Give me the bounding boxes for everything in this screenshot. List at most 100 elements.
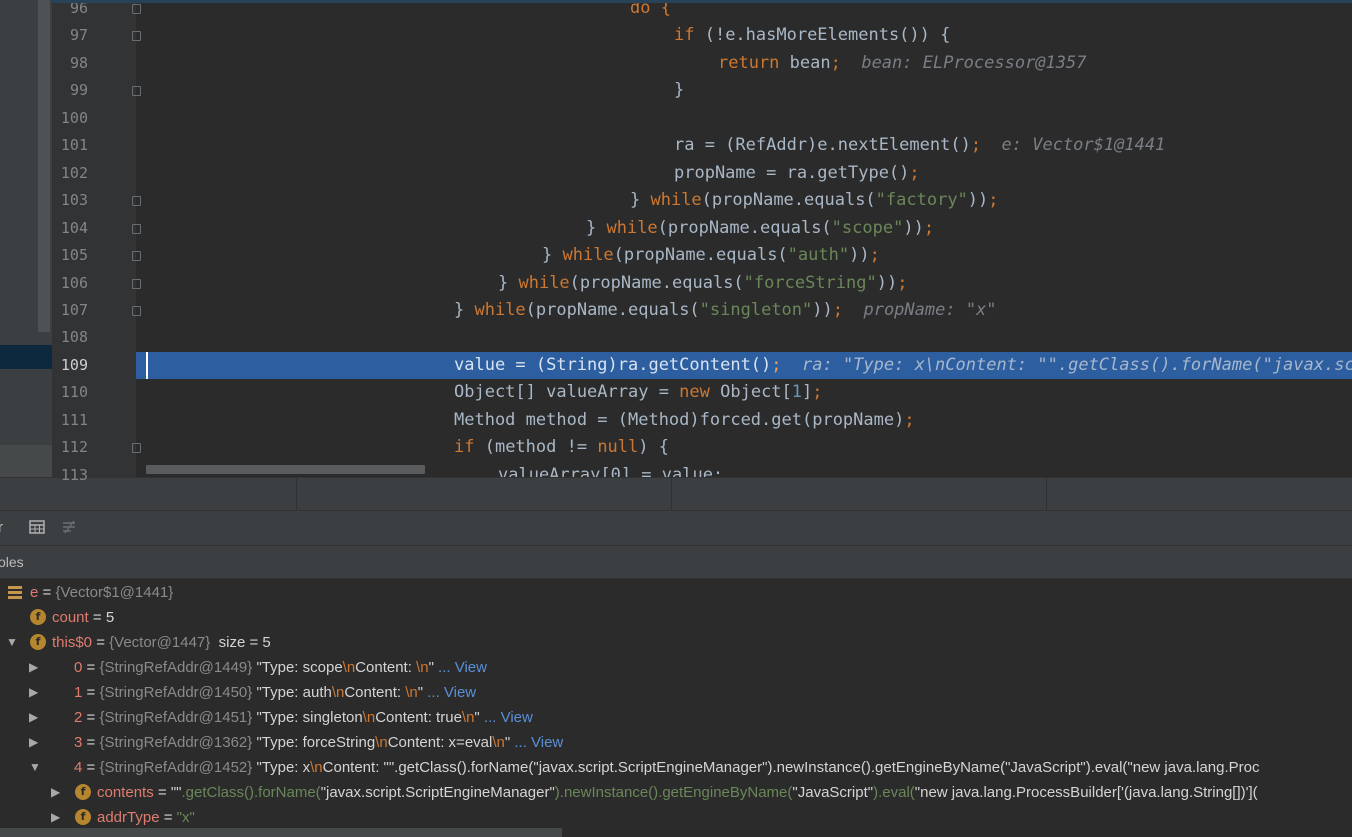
variable-row[interactable]: ▶ 0 = {StringRefAddr@1449} "Type: scope\n… [0,655,1352,680]
view-link[interactable]: ... View [480,709,533,726]
fold-marker-icon[interactable] [132,86,141,97]
expand-arrow-icon[interactable]: ▶ [29,730,38,755]
fold-marker-icon[interactable] [132,31,141,42]
code-token: )) [812,299,833,320]
field-icon: f [30,609,46,625]
fold-marker-icon[interactable] [132,251,141,262]
variable-row[interactable]: ▶ 1 = {StringRefAddr@1450} "Type: auth\nC… [0,680,1352,705]
project-panel-scrollbar[interactable] [38,0,50,332]
variable-row[interactable]: ▶ 2 = {StringRefAddr@1451} "Type: singlet… [0,705,1352,730]
code-line[interactable]: } while(propName.equals("scope")); [136,215,1352,242]
expand-arrow-icon[interactable]: ▶ [51,780,60,805]
code-token: while [474,299,526,320]
table-view-icon[interactable] [29,519,45,535]
toolbar-cut-label: r [0,519,3,536]
line-number[interactable]: 97 [52,22,88,49]
variable-row[interactable]: ▶ 3 = {StringRefAddr@1362} "Type: forceSt… [0,730,1352,755]
code-token: (propName.equals( [569,272,744,293]
line-number[interactable]: 96 [52,0,88,22]
line-number[interactable]: 100 [52,105,88,132]
current-execution-line[interactable]: value = (String)ra.getContent(); ra: "Ty… [136,351,1352,379]
text-caret [146,351,148,379]
code-token: ; [909,162,920,183]
variable-value: "Type: singleton [252,709,363,726]
line-number[interactable]: 106 [52,270,88,297]
collapse-arrow-icon[interactable]: ▼ [6,630,18,655]
view-link[interactable]: ... View [434,659,487,676]
expand-arrow-icon[interactable]: ▶ [29,655,38,680]
line-number[interactable]: 103 [52,187,88,214]
code-token: } [454,299,475,320]
line-number[interactable]: 109 [52,352,88,379]
code-token: (propName.equals( [701,190,876,211]
variable-row[interactable]: ▶ f addrType = "x" [0,805,1352,830]
code-token: ] [802,382,813,403]
variable-text: addrType = "x" [97,805,195,830]
project-panel-selected-row[interactable] [0,345,52,369]
debugger-toolbar: r [0,510,1352,546]
code-token: } [630,190,651,211]
variables-horizontal-scrollbar[interactable] [0,828,562,837]
line-number[interactable]: 105 [52,242,88,269]
code-token: (propName.equals( [525,299,700,320]
fold-marker-icon[interactable] [132,196,141,207]
editor-horizontal-scrollbar[interactable] [146,465,425,474]
line-number[interactable]: 99 [52,77,88,104]
code-line[interactable]: if (!e.hasMoreElements()) { [136,22,1352,49]
code-token: ; [988,190,999,211]
code-token: ; [832,299,843,320]
expand-arrow-icon[interactable]: ▶ [29,680,38,705]
code-line[interactable]: ra = (RefAddr)e.nextElement(); e: Vector… [136,132,1352,159]
collapse-arrow-icon[interactable]: ▼ [29,755,41,780]
line-number[interactable]: 107 [52,297,88,324]
variable-value: \n [331,684,345,701]
code-line[interactable]: Object[] valueArray = new Object[1]; [136,379,1352,406]
fold-marker-icon[interactable] [132,223,141,234]
code-token: ; [812,382,823,403]
variables-tree[interactable]: e = {Vector$1@1441} f count = 5 ▼ f this$0 = … [0,579,1352,837]
code-line[interactable]: } while(propName.equals("singleton")); p… [136,297,1352,324]
restore-layout-icon[interactable] [61,519,77,535]
code-line[interactable]: } while(propName.equals("auth")); [136,242,1352,269]
code-line[interactable]: return bean; bean: ELProcessor@1357 [136,50,1352,77]
variable-row[interactable]: ▼ f this$0 = {Vector@1447} size = 5 [0,630,1352,655]
code-token: while [650,190,702,211]
fold-marker-icon[interactable] [132,4,141,14]
code-line[interactable]: do { [136,0,1352,22]
code-line[interactable]: } [136,77,1352,104]
expand-arrow-icon[interactable]: ▶ [51,805,60,830]
code-line[interactable]: } while(propName.equals("forceString")); [136,270,1352,297]
line-number[interactable]: 101 [52,132,88,159]
line-number[interactable]: 102 [52,160,88,187]
variable-type: {StringRefAddr@1451} [99,709,253,726]
line-number[interactable]: 98 [52,50,88,77]
line-number[interactable]: 104 [52,215,88,242]
variable-value: \n [461,709,475,726]
code-line[interactable]: propName = ra.getType(); [136,160,1352,187]
code-line[interactable]: } while(propName.equals("factory")); [136,187,1352,214]
fold-marker-icon[interactable] [132,305,141,316]
line-number[interactable]: 110 [52,379,88,406]
line-number[interactable]: 108 [52,324,88,351]
fold-marker-icon[interactable] [132,278,141,289]
code-line[interactable]: Method method = (Method)forced.get(propN… [136,407,1352,434]
variable-row[interactable]: e = {Vector$1@1441} [0,580,1352,605]
view-link[interactable]: ... View [510,734,563,751]
code-line[interactable]: if (method != null) { [136,434,1352,461]
line-number[interactable]: 111 [52,407,88,434]
view-link[interactable]: ... View [423,684,476,701]
line-number[interactable]: 112 [52,434,88,461]
expand-arrow-icon[interactable]: ▶ [29,705,38,730]
variable-row[interactable]: ▶ f contents = "".getClass().forName("java… [0,780,1352,805]
line-number[interactable]: 113 [52,462,88,489]
variable-row[interactable]: f count = 5 [0,605,1352,630]
variable-text: count = 5 [52,605,114,630]
code-token: "factory" [875,190,968,211]
equals-sign: = [159,809,177,826]
code-token: (method != [474,437,598,458]
code-line[interactable] [136,324,1352,351]
variable-row[interactable]: ▼ 4 = {StringRefAddr@1452} "Type: x\nCont… [0,755,1352,780]
code-editor[interactable]: do {if (!e.hasMoreElements()) {return be… [136,0,1352,477]
code-line[interactable] [136,105,1352,132]
fold-marker-icon[interactable] [132,443,141,454]
